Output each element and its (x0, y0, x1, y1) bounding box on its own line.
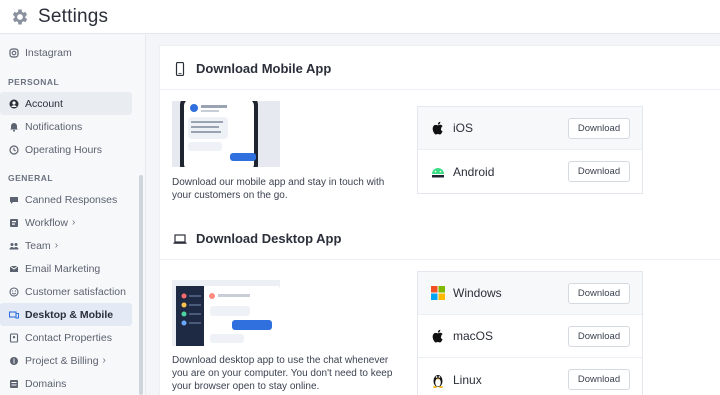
gear-icon (12, 9, 28, 24)
download-linux-button[interactable]: Download (568, 369, 630, 390)
sidebar-item-team[interactable]: Team › (0, 234, 132, 257)
platform-row-ios: iOS Download (418, 107, 642, 150)
sidebar-item-label: Email Marketing (25, 262, 101, 275)
sidebar-item-label: Team (25, 239, 51, 252)
sidebar-item-instagram[interactable]: Instagram (0, 41, 132, 64)
apple-icon (432, 329, 443, 343)
desktop-description: Download desktop app to use the chat whe… (172, 355, 393, 392)
sidebar-item-workflow[interactable]: Workflow › (0, 211, 132, 234)
desktop-heading-text: Download Desktop App (196, 231, 342, 246)
mail-icon (9, 265, 19, 272)
platform-name: macOS (453, 329, 494, 343)
sidebar-item-label: Contact Properties (25, 331, 112, 344)
user-icon (9, 99, 19, 108)
download-ios-button[interactable]: Download (568, 118, 630, 139)
sidebar-item-notifications[interactable]: Notifications (0, 115, 132, 138)
sidebar-item-label: Desktop & Mobile (25, 308, 114, 321)
platform-row-windows: Windows Download (418, 272, 642, 315)
sidebar-item-label: Instagram (25, 46, 72, 59)
platform-row-macos: macOS Download (418, 315, 642, 358)
download-windows-button[interactable]: Download (568, 283, 630, 304)
apple-icon (432, 121, 443, 135)
sidebar-item-label: Customer satisfaction (25, 285, 126, 298)
mobile-description: Download our mobile app and stay in touc… (172, 177, 385, 201)
windows-icon (431, 286, 445, 300)
sidebar-item-label: Account (25, 97, 63, 110)
sidebar-item-customer-satisfaction[interactable]: Customer satisfaction (0, 280, 132, 303)
divider (160, 89, 720, 90)
sidebar-item-project-billing[interactable]: Project & Billing › (0, 349, 132, 372)
chevron-right-icon: › (102, 355, 106, 366)
chat-icon (10, 196, 18, 204)
sidebar-item-account[interactable]: Account (0, 92, 132, 115)
sidebar-item-desktop-mobile[interactable]: Desktop & Mobile (0, 303, 132, 326)
bell-icon (10, 122, 18, 132)
contact-icon (9, 332, 19, 343)
sidebar-item-label: Project & Billing (25, 354, 99, 367)
sidebar-item-canned-responses[interactable]: Canned Responses (0, 188, 132, 211)
team-icon (9, 242, 19, 249)
platform-name: iOS (453, 121, 474, 135)
platform-name: Linux (453, 372, 482, 387)
chevron-right-icon: › (54, 240, 59, 251)
platform-row-android: Android Download (418, 150, 642, 193)
platform-row-linux: Linux Download (418, 358, 642, 395)
desktop-app-preview-image (172, 280, 280, 346)
sidebar-section-general: GENERAL (8, 173, 54, 183)
sidebar-item-label: Notifications (25, 120, 83, 133)
platform-name: Android (453, 164, 495, 179)
divider (160, 259, 720, 260)
laptop-icon (173, 233, 187, 244)
sidebar-item-contact-properties[interactable]: Contact Properties (0, 326, 132, 349)
phone-icon (175, 61, 185, 76)
main-content: Download Mobile App Download our mobile … (159, 45, 720, 395)
domain-icon (10, 379, 18, 388)
linux-icon (433, 374, 443, 388)
desktop-section-heading: Download Desktop App (173, 231, 341, 246)
download-macos-button[interactable]: Download (568, 326, 630, 347)
devices-icon (9, 310, 19, 318)
clock-icon (9, 144, 19, 155)
sidebar-item-domains[interactable]: Domains (0, 372, 132, 395)
page-title: Settings (38, 5, 109, 27)
sidebar-item-label: Domains (25, 377, 67, 390)
instagram-icon (9, 47, 19, 58)
sidebar-item-email-marketing[interactable]: Email Marketing (0, 257, 132, 280)
sidebar-section-personal: PERSONAL (8, 77, 60, 87)
platform-name: Windows (453, 286, 502, 300)
sidebar-item-label: Workflow (25, 216, 68, 229)
desktop-downloads-card: Windows Download macOS Download Linux Do… (417, 271, 643, 395)
top-bar: Settings (0, 0, 720, 34)
mobile-heading-text: Download Mobile App (196, 61, 332, 76)
workflow-icon (10, 218, 18, 227)
mobile-app-preview-image (172, 101, 280, 167)
sidebar-scrollbar[interactable] (139, 175, 143, 395)
download-android-button[interactable]: Download (568, 161, 630, 182)
smile-icon (9, 286, 19, 297)
billing-icon (10, 356, 18, 365)
chevron-right-icon: › (71, 217, 76, 228)
sidebar-item-operating-hours[interactable]: Operating Hours (0, 138, 132, 161)
android-icon (432, 167, 444, 177)
mobile-downloads-card: iOS Download Android Download (417, 106, 643, 194)
sidebar-item-label: Canned Responses (25, 193, 118, 206)
mobile-section-heading: Download Mobile App (173, 61, 331, 76)
sidebar-item-label: Operating Hours (25, 143, 103, 156)
sidebar: Instagram PERSONAL Account Notifications… (0, 35, 146, 395)
